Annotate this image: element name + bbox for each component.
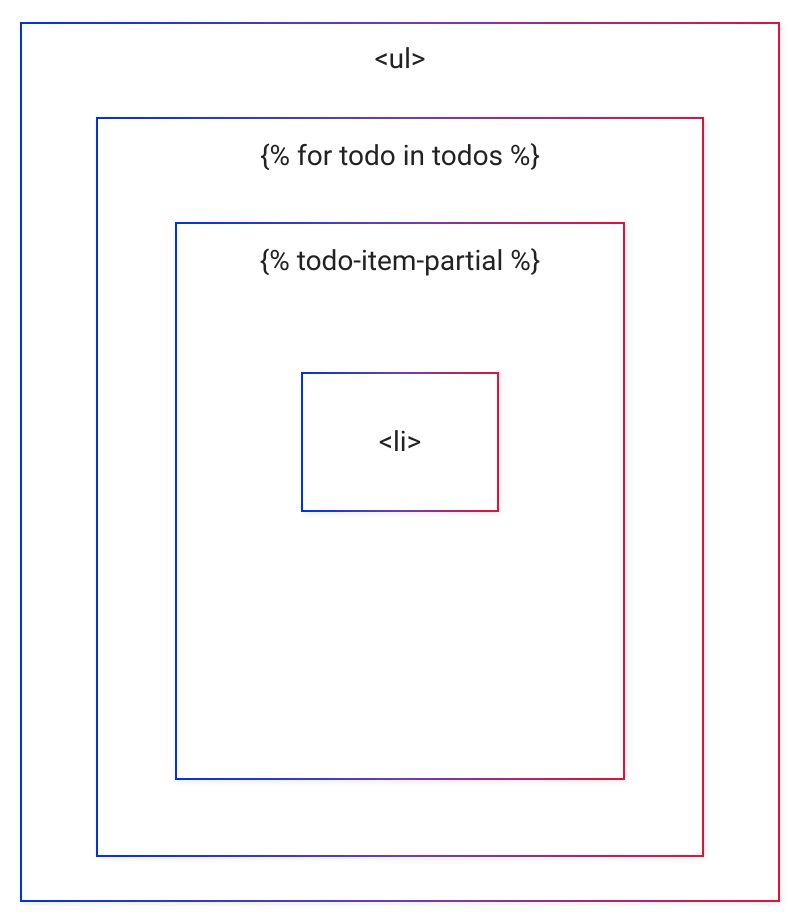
li-box: <li> — [301, 372, 499, 512]
ul-container-box: <ul> {% for todo in todos %} {% todo-ite… — [20, 22, 780, 902]
for-loop-label: {% for todo in todos %} — [260, 139, 540, 172]
li-label: <li> — [379, 425, 422, 458]
ul-label: <ul> — [374, 42, 425, 75]
for-loop-box: {% for todo in todos %} {% todo-item-par… — [96, 117, 704, 857]
partial-label: {% todo-item-partial %} — [260, 244, 540, 277]
partial-box: {% todo-item-partial %} <li> — [175, 222, 625, 780]
